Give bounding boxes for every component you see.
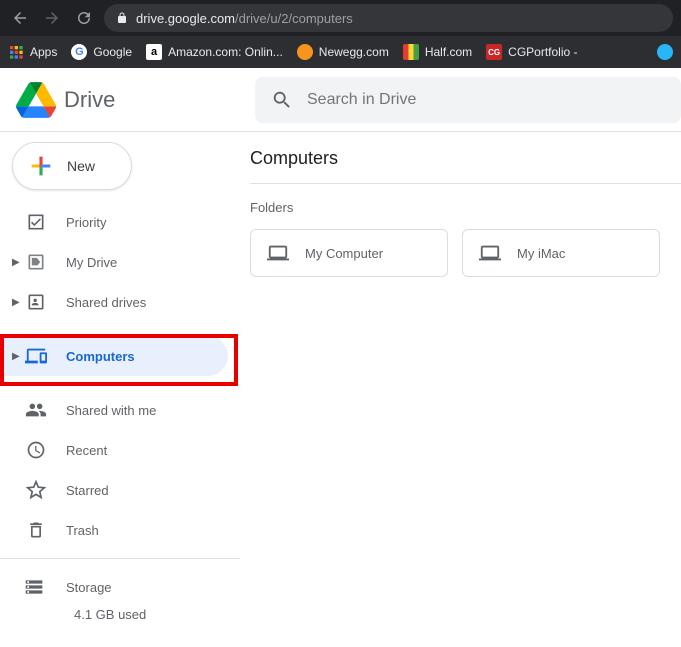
app-title: Drive bbox=[64, 87, 115, 113]
address-bar[interactable]: drive.google.com/drive/u/2/computers bbox=[104, 4, 673, 32]
bookmark-google[interactable]: G Google bbox=[71, 44, 132, 60]
amazon-icon: a bbox=[146, 44, 162, 60]
laptop-icon bbox=[267, 242, 289, 264]
sidebar-item-shareddrives[interactable]: ▶ Shared drives bbox=[0, 282, 228, 322]
shared-icon bbox=[24, 398, 48, 422]
search-input[interactable] bbox=[307, 91, 665, 109]
sidebar-item-mydrive[interactable]: ▶ My Drive bbox=[0, 242, 228, 282]
bookmark-label: Amazon.com: Onlin... bbox=[168, 45, 283, 59]
sidebar-item-recent[interactable]: ▶ Recent bbox=[0, 430, 228, 470]
sidebar-item-shared[interactable]: ▶ Shared with me bbox=[0, 390, 228, 430]
clock-icon bbox=[24, 438, 48, 462]
bookmark-apps[interactable]: Apps bbox=[8, 44, 57, 60]
storage-label: Storage bbox=[66, 580, 112, 595]
bookmark-cgportfolio[interactable]: CG CGPortfolio - bbox=[486, 44, 577, 60]
sidebar-item-trash[interactable]: ▶ Trash bbox=[0, 510, 228, 550]
chevron-right-icon[interactable]: ▶ bbox=[12, 351, 24, 362]
back-button[interactable] bbox=[8, 6, 32, 30]
computers-icon bbox=[24, 344, 48, 368]
chevron-right-icon[interactable]: ▶ bbox=[12, 297, 24, 308]
reload-button[interactable] bbox=[72, 6, 96, 30]
sidebar: New ▶ Priority ▶ My Drive ▶ Shared drive… bbox=[0, 132, 240, 647]
sidebar-item-storage[interactable]: Storage bbox=[0, 567, 240, 607]
trash-icon bbox=[24, 518, 48, 542]
new-button[interactable]: New bbox=[12, 142, 132, 190]
sidebar-item-priority[interactable]: ▶ Priority bbox=[0, 202, 228, 242]
bookmark-label: Half.com bbox=[425, 45, 472, 59]
divider bbox=[0, 558, 240, 559]
folder-grid: My Computer My iMac bbox=[250, 229, 681, 277]
shareddrives-icon bbox=[24, 290, 48, 314]
newegg-icon bbox=[297, 44, 313, 60]
search-icon bbox=[271, 89, 293, 111]
new-button-label: New bbox=[67, 158, 95, 174]
section-label: Folders bbox=[250, 200, 681, 215]
sidebar-item-label: Recent bbox=[66, 443, 107, 458]
folder-card[interactable]: My iMac bbox=[462, 229, 660, 277]
bookmark-amazon[interactable]: a Amazon.com: Onlin... bbox=[146, 44, 283, 60]
bookmark-newegg[interactable]: Newegg.com bbox=[297, 44, 389, 60]
bookmark-half[interactable]: Half.com bbox=[403, 44, 472, 60]
browser-toolbar: drive.google.com/drive/u/2/computers bbox=[0, 0, 681, 36]
sidebar-item-starred[interactable]: ▶ Starred bbox=[0, 470, 228, 510]
storage-usage: 4.1 GB used bbox=[0, 607, 240, 622]
storage-icon bbox=[24, 577, 48, 597]
content-area: Computers Folders My Computer My iMac bbox=[240, 132, 681, 647]
drive-logo-area[interactable]: Drive bbox=[0, 80, 255, 120]
sidebar-item-label: Trash bbox=[66, 523, 99, 538]
sidebar-item-label: Starred bbox=[66, 483, 109, 498]
sidebar-item-label: Computers bbox=[66, 349, 135, 364]
mydrive-icon bbox=[24, 250, 48, 274]
drive-header: Drive bbox=[0, 68, 681, 132]
drive-logo-icon bbox=[16, 80, 56, 120]
sidebar-item-label: Shared drives bbox=[66, 295, 146, 310]
bookmark-label: CGPortfolio - bbox=[508, 45, 577, 59]
bookmark-label: Google bbox=[93, 45, 132, 59]
sidebar-item-label: My Drive bbox=[66, 255, 117, 270]
cg-icon: CG bbox=[486, 44, 502, 60]
extension-icon[interactable] bbox=[657, 44, 673, 60]
url-text: drive.google.com/drive/u/2/computers bbox=[136, 11, 353, 26]
lock-icon bbox=[116, 12, 128, 24]
plus-icon bbox=[27, 152, 55, 180]
half-icon bbox=[403, 44, 419, 60]
folder-label: My Computer bbox=[305, 246, 383, 261]
sidebar-item-label: Priority bbox=[66, 215, 106, 230]
sidebar-item-computers[interactable]: ▶ Computers bbox=[0, 336, 228, 376]
laptop-icon bbox=[479, 242, 501, 264]
priority-icon bbox=[24, 210, 48, 234]
bookmark-label: Apps bbox=[30, 45, 57, 59]
chevron-right-icon[interactable]: ▶ bbox=[12, 257, 24, 268]
bookmark-label: Newegg.com bbox=[319, 45, 389, 59]
star-icon bbox=[24, 478, 48, 502]
search-bar[interactable] bbox=[255, 77, 681, 123]
bookmarks-bar: Apps G Google a Amazon.com: Onlin... New… bbox=[0, 36, 681, 68]
page-title: Computers bbox=[250, 148, 681, 184]
google-icon: G bbox=[71, 44, 87, 60]
apps-icon bbox=[8, 44, 24, 60]
forward-button[interactable] bbox=[40, 6, 64, 30]
folder-label: My iMac bbox=[517, 246, 565, 261]
folder-card[interactable]: My Computer bbox=[250, 229, 448, 277]
sidebar-item-label: Shared with me bbox=[66, 403, 156, 418]
